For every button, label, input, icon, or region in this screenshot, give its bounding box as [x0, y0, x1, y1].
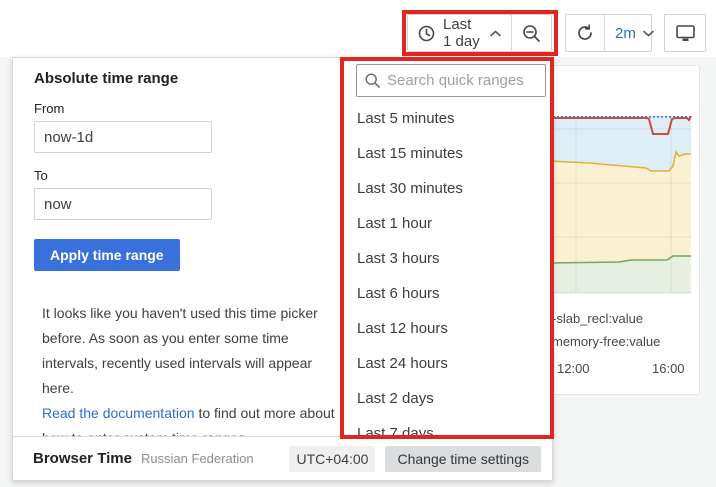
quick-range-option[interactable]: Last 6 hours	[345, 276, 554, 311]
search-input[interactable]	[387, 72, 537, 89]
from-input[interactable]	[34, 121, 212, 153]
refresh-interval-value: 2m	[615, 25, 636, 42]
refresh-group: 2m	[565, 14, 652, 52]
refresh-interval-dropdown[interactable]: 2m	[604, 15, 664, 51]
time-picker-hint: It looks like you haven't used this time…	[42, 301, 345, 451]
quick-ranges-section: Last 5 minutes Last 15 minutes Last 30 m…	[345, 58, 554, 438]
hint-text: It looks like you haven't used this time…	[42, 305, 318, 396]
refresh-button[interactable]	[566, 15, 604, 51]
browser-time-label: Browser Time	[33, 450, 132, 467]
time-range-label: Last 1 day	[443, 16, 480, 50]
quick-range-option[interactable]: Last 3 hours	[345, 241, 554, 276]
apply-time-range-button[interactable]: Apply time range	[34, 239, 180, 271]
time-zone-footer: Browser Time Russian Federation UTC+04:0…	[13, 436, 552, 480]
time-picker-group: Last 1 day	[407, 14, 552, 52]
to-label: To	[34, 168, 335, 183]
change-time-settings-button[interactable]: Change time settings	[385, 446, 541, 472]
quick-range-option[interactable]: Last 5 minutes	[345, 101, 554, 136]
time-range-dropdown: Absolute time range From To Apply time r…	[12, 57, 553, 481]
quick-ranges-list: Last 5 minutes Last 15 minutes Last 30 m…	[345, 101, 554, 438]
x-axis-tick: 16:00	[652, 361, 685, 376]
area-chart	[549, 116, 700, 296]
absolute-time-range-section: Absolute time range From To Apply time r…	[13, 58, 345, 438]
quick-range-option[interactable]: Last 12 hours	[345, 311, 554, 346]
quick-range-option[interactable]: Last 7 days	[345, 416, 554, 438]
x-axis-tick: 12:00	[557, 361, 590, 376]
to-input[interactable]	[34, 188, 212, 220]
quick-range-option[interactable]: Last 30 minutes	[345, 171, 554, 206]
from-label: From	[34, 101, 335, 116]
section-title: Absolute time range	[34, 70, 335, 87]
zoom-out-icon	[522, 24, 541, 43]
refresh-icon	[576, 24, 594, 42]
time-picker-button[interactable]: Last 1 day	[408, 15, 511, 51]
quick-range-option[interactable]: Last 1 hour	[345, 206, 554, 241]
legend-entry[interactable]: -slab_recl:value	[552, 311, 643, 326]
quick-range-option[interactable]: Last 2 days	[345, 381, 554, 416]
clock-icon	[418, 25, 435, 42]
chevron-down-icon	[643, 30, 654, 37]
zoom-out-time-button[interactable]	[511, 15, 551, 51]
kiosk-group	[664, 14, 706, 52]
read-documentation-link[interactable]: Read the documentation	[42, 405, 195, 421]
quick-range-option[interactable]: Last 24 hours	[345, 346, 554, 381]
quick-range-search	[356, 64, 546, 97]
kiosk-mode-button[interactable]	[666, 15, 705, 51]
monitor-icon	[676, 25, 695, 42]
chevron-up-icon	[490, 30, 501, 37]
utc-offset-badge: UTC+04:00	[289, 446, 375, 472]
browser-time-location: Russian Federation	[141, 451, 254, 466]
dashboard-panel: 12:00 16:00 -slab_recl:value memory-free…	[548, 65, 700, 395]
quick-range-option[interactable]: Last 15 minutes	[345, 136, 554, 171]
legend-entry[interactable]: memory-free:value	[552, 334, 660, 349]
search-icon	[365, 73, 380, 88]
